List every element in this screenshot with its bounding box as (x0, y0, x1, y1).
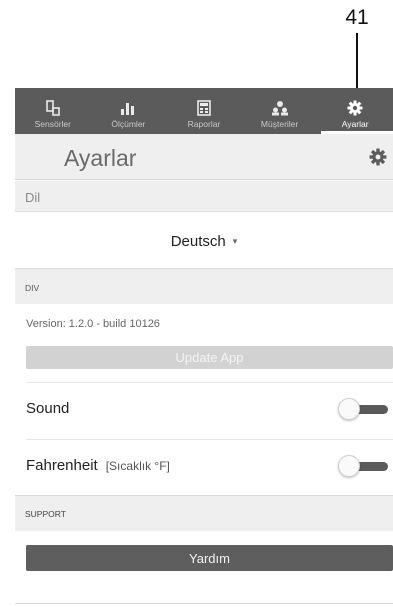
help-button[interactable]: Yardım (26, 545, 393, 571)
tab-measurements[interactable]: Ölçümler (91, 88, 167, 134)
divider (15, 603, 393, 604)
divider (26, 439, 393, 440)
report-icon (196, 100, 212, 116)
fahrenheit-label: Fahrenheit (26, 457, 98, 474)
callout-number: 41 (345, 6, 369, 29)
tab-settings-label: Ayarlar (341, 119, 369, 129)
callout-pointer-line (356, 33, 358, 93)
language-section-label: Dil (15, 181, 393, 212)
tab-reports[interactable]: Raporlar (166, 88, 242, 134)
tab-customers[interactable]: Müşteriler (242, 88, 318, 134)
div-section-label: DIV (15, 268, 393, 304)
support-section-label: SUPPORT (15, 495, 393, 531)
tab-sensors[interactable]: Sensörler (15, 88, 91, 134)
tab-reports-label: Raporlar (187, 119, 221, 129)
version-text: Version: 1.2.0 - build 10126 (26, 318, 160, 330)
fahrenheit-row: Fahrenheit [Sıcaklık °F] (26, 457, 170, 474)
page-header: Ayarlar (15, 134, 393, 180)
customers-icon (271, 100, 288, 116)
tab-sensors-label: Sensörler (34, 119, 71, 129)
toggle-knob (338, 455, 360, 477)
language-selected-value: Deutsch (170, 232, 226, 250)
sound-label: Sound (26, 400, 70, 417)
language-select[interactable]: Deutsch ▾ (15, 221, 393, 261)
fahrenheit-toggle[interactable] (338, 454, 388, 478)
sound-toggle[interactable] (338, 397, 388, 421)
update-app-button[interactable]: Update App (26, 346, 393, 369)
gear-icon[interactable] (369, 148, 387, 166)
divider (26, 382, 393, 383)
sensor-icon (45, 100, 61, 116)
bar-chart-icon (120, 100, 136, 116)
tab-bar: Sensörler Ölçümler Raporlar Müşteriler A… (15, 88, 393, 134)
toggle-knob (338, 398, 360, 420)
fahrenheit-sublabel: [Sıcaklık °F] (105, 459, 170, 473)
gear-icon (347, 100, 363, 116)
tab-customers-label: Müşteriler (260, 119, 299, 129)
callout-marker: 41 (340, 6, 374, 93)
tab-settings[interactable]: Ayarlar (317, 88, 393, 134)
page-title: Ayarlar (64, 145, 137, 171)
chevron-down-icon: ▾ (232, 235, 238, 246)
tab-measurements-label: Ölçümler (111, 119, 146, 129)
